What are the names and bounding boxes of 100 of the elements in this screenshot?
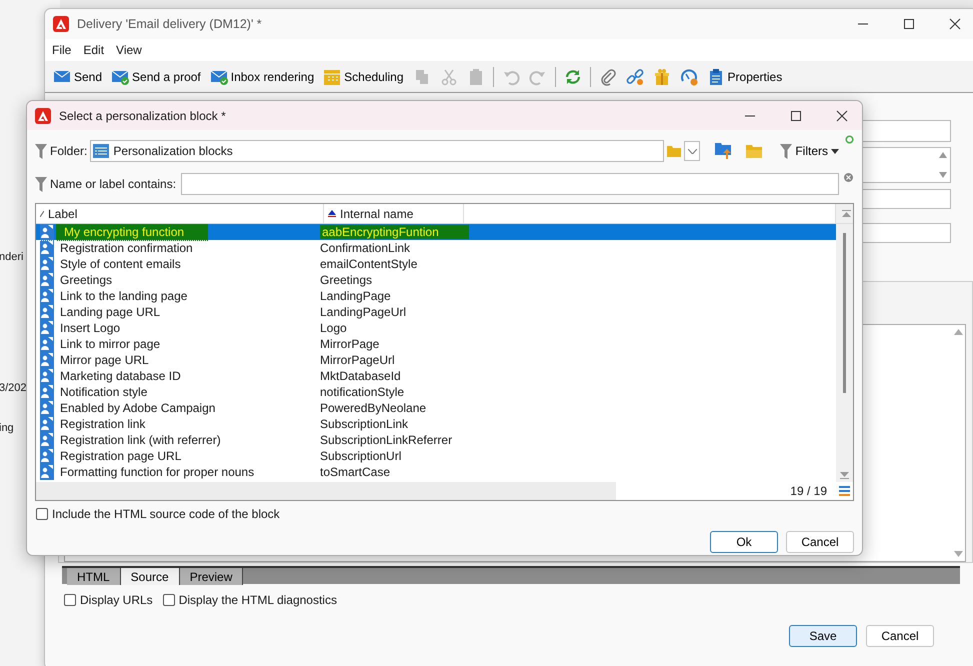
filter-icon bbox=[35, 144, 47, 158]
close-icon[interactable] bbox=[836, 110, 848, 122]
cell-text: SubscriptionLinkReferrer bbox=[320, 433, 452, 447]
toolbar-button[interactable]: Properties bbox=[704, 64, 786, 88]
cell-text: MirrorPageUrl bbox=[320, 353, 395, 367]
folder-icon[interactable] bbox=[667, 145, 682, 157]
gift-icon[interactable] bbox=[652, 68, 671, 86]
cell-text: My encrypting function bbox=[56, 224, 208, 241]
list-row[interactable]: Mirror page URL MirrorPageUrl bbox=[36, 352, 836, 368]
chevron-down-icon bbox=[688, 148, 697, 154]
window-title: Delivery 'Email delivery (DM12)' * bbox=[77, 16, 262, 33]
editor-tab[interactable]: Source bbox=[120, 568, 180, 585]
list-row[interactable]: Marketing database ID MktDatabaseId bbox=[36, 368, 836, 384]
folder-up-icon[interactable] bbox=[715, 143, 732, 159]
person-icon bbox=[40, 304, 54, 320]
list-row[interactable]: Landing page URL LandingPageUrl bbox=[36, 304, 836, 320]
ok-button[interactable]: Ok bbox=[710, 531, 778, 553]
list-row[interactable]: Registration link SubscriptionLink bbox=[36, 416, 836, 432]
filters-button[interactable]: Filters bbox=[777, 139, 842, 163]
cell-text: Mirror page URL bbox=[59, 352, 149, 369]
list-row[interactable]: My encrypting function aabEncryptingFuntion bbox=[36, 224, 836, 240]
cell-text: SubscriptionLink bbox=[320, 417, 408, 431]
cell-text: Registration page URL bbox=[59, 448, 182, 465]
cell-text: MirrorPage bbox=[320, 337, 380, 351]
record-count: 19 / 19 bbox=[790, 483, 827, 500]
editor-tab[interactable]: HTML bbox=[67, 568, 121, 585]
menu-item[interactable]: View bbox=[116, 41, 142, 59]
cell-text: Formatting function for proper nouns bbox=[59, 464, 254, 481]
caret-icon bbox=[831, 148, 839, 154]
list-row[interactable]: Notification style notificationStyle bbox=[36, 384, 836, 400]
input-field[interactable] bbox=[861, 189, 951, 209]
toolbar-button[interactable]: Send a proof bbox=[108, 64, 204, 88]
cell-text: ConfirmationLink bbox=[320, 241, 410, 255]
gauge-icon[interactable] bbox=[680, 68, 698, 86]
person-icon bbox=[40, 416, 54, 432]
scroll-bottom-icon[interactable] bbox=[840, 472, 849, 479]
scroll-thumb[interactable] bbox=[843, 233, 846, 393]
close-icon[interactable] bbox=[949, 18, 961, 30]
refresh-icon[interactable] bbox=[564, 68, 582, 86]
scroll-top-icon[interactable] bbox=[842, 210, 851, 217]
list-row[interactable]: Registration page URL SubscriptionUrl bbox=[36, 448, 836, 464]
menu-icon[interactable] bbox=[839, 486, 850, 496]
menu-item[interactable]: File bbox=[52, 41, 72, 59]
toolbar-button[interactable]: Send bbox=[50, 64, 106, 88]
list-row[interactable]: Link to the landing page LandingPage bbox=[36, 288, 836, 304]
list-row[interactable]: Formatting function for proper nouns toSmartCase bbox=[36, 464, 836, 480]
maximize-icon[interactable] bbox=[903, 18, 915, 30]
column-header[interactable]: Label bbox=[48, 204, 78, 222]
cell-text: Insert Logo bbox=[59, 320, 120, 337]
list-row[interactable]: Greetings Greetings bbox=[36, 272, 836, 288]
editor-tab[interactable]: Preview bbox=[180, 568, 244, 585]
clear-icon[interactable] bbox=[844, 173, 854, 182]
person-icon bbox=[40, 352, 54, 368]
paperclip-icon[interactable] bbox=[598, 68, 617, 86]
list-row[interactable]: Enabled by Adobe Campaign PoweredByNeolane bbox=[36, 400, 836, 416]
cell-text: Enabled by Adobe Campaign bbox=[59, 400, 216, 417]
list-row[interactable]: Link to mirror page MirrorPage bbox=[36, 336, 836, 352]
input-field[interactable] bbox=[861, 120, 951, 142]
cancel-button[interactable]: Cancel bbox=[866, 625, 934, 647]
list-row[interactable]: Registration link (with referrer) SubscriptionLinkReferrer bbox=[36, 432, 836, 448]
sort-handle-icon bbox=[40, 210, 44, 216]
cell-text: Greetings bbox=[59, 272, 112, 289]
cell-text: Link to mirror page bbox=[59, 336, 160, 353]
list-row[interactable]: Style of content emails emailContentStyle bbox=[36, 256, 836, 272]
column-header[interactable]: Internal name bbox=[340, 204, 414, 222]
cell-text: Style of content emails bbox=[59, 256, 181, 273]
maximize-icon[interactable] bbox=[790, 110, 802, 122]
list-row[interactable]: Registration confirmation ConfirmationLink bbox=[36, 240, 836, 256]
folder-icon[interactable] bbox=[746, 144, 762, 158]
person-icon bbox=[40, 224, 54, 240]
sort-ascending-icon bbox=[328, 210, 336, 217]
person-icon bbox=[40, 336, 54, 352]
cell-text: PoweredByNeolane bbox=[320, 401, 426, 415]
cell-text: Link to the landing page bbox=[59, 288, 188, 305]
input-field[interactable] bbox=[861, 147, 951, 183]
cell-text: Marketing database ID bbox=[59, 368, 181, 385]
menu-item[interactable]: Edit bbox=[83, 41, 104, 59]
cell-text: Logo bbox=[320, 321, 347, 335]
checkbox-option[interactable]: Display URLs bbox=[64, 591, 153, 609]
input-field[interactable] bbox=[861, 223, 951, 243]
calendar-icon bbox=[323, 68, 342, 86]
scroll-down-icon bbox=[939, 172, 947, 178]
refresh-icon[interactable] bbox=[845, 135, 854, 144]
app-logo-icon bbox=[35, 108, 51, 124]
mail-check-icon bbox=[210, 68, 228, 86]
folder-field[interactable]: Personalization blocks bbox=[90, 140, 664, 162]
save-button[interactable]: Save bbox=[789, 625, 857, 647]
link-icon[interactable] bbox=[626, 68, 644, 86]
dropdown-button[interactable] bbox=[684, 141, 700, 161]
toolbar-button[interactable]: Inbox rendering bbox=[206, 64, 318, 88]
toolbar-button[interactable]: Scheduling bbox=[320, 64, 407, 88]
filter-icon bbox=[35, 176, 47, 192]
cancel-button[interactable]: Cancel bbox=[786, 531, 854, 553]
checkbox-option[interactable]: Include the HTML source code of the block bbox=[36, 505, 280, 523]
person-icon bbox=[40, 256, 54, 272]
checkbox-option[interactable]: Display the HTML diagnostics bbox=[162, 591, 337, 609]
filter-icon bbox=[780, 144, 792, 158]
cell-text: Registration confirmation bbox=[59, 240, 193, 257]
list-row[interactable]: Insert Logo Logo bbox=[36, 320, 836, 336]
search-field[interactable] bbox=[181, 173, 840, 195]
